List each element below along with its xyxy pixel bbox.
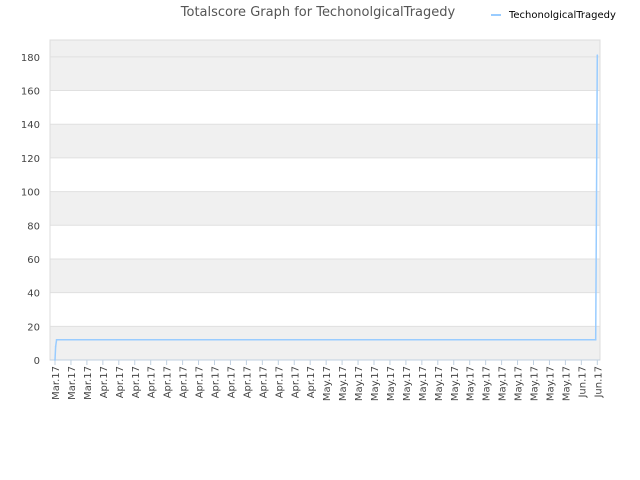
chart-title: Totalscore Graph for TechonolgicalTraged… <box>180 5 456 20</box>
x-tick-label: Apr.17 <box>274 366 285 398</box>
y-tick-label: 120 <box>21 154 40 165</box>
x-tick-label: May.17 <box>386 366 397 401</box>
x-tick-label: Apr.17 <box>211 366 222 398</box>
plot-band <box>50 258 600 293</box>
y-axis: 0 20 40 60 80 100 120 140 160 180 <box>21 53 40 367</box>
data-point <box>596 54 599 56</box>
legend-label: TechonolgicalTragedy <box>508 10 616 21</box>
plot-band <box>50 40 600 57</box>
x-tick-label: May.17 <box>514 366 525 401</box>
y-tick-label: 40 <box>27 289 40 300</box>
x-tick-label: Apr.17 <box>306 366 317 398</box>
y-tick-label: 20 <box>27 322 40 333</box>
plot-band <box>50 191 600 226</box>
data-point <box>54 345 57 348</box>
x-tick-label: May.17 <box>545 366 556 401</box>
x-tick-label: Mar.17 <box>51 366 62 400</box>
x-tick-label: Mar.17 <box>83 366 94 400</box>
x-tick-label: May.17 <box>434 366 445 401</box>
y-tick-label: 0 <box>34 356 40 367</box>
x-axis: Mar.17 Mar.17 Mar.17 Apr.17 Apr.17 Apr.17 Apr.… <box>50 359 604 401</box>
y-tick-label: 160 <box>21 87 40 98</box>
x-tick-label: May.17 <box>322 366 333 401</box>
x-tick-label: Apr.17 <box>163 366 174 398</box>
x-tick-label: Apr.17 <box>115 366 126 398</box>
x-tick-label: Apr.17 <box>258 366 269 398</box>
y-tick-label: 180 <box>21 53 40 64</box>
x-tick-label: May.17 <box>338 366 349 401</box>
x-tick-label: May.17 <box>466 366 477 401</box>
x-tick-label: Apr.17 <box>290 366 301 398</box>
plot-area <box>49 39 601 361</box>
plot-band <box>50 326 600 360</box>
x-tick-label: May.17 <box>402 366 413 401</box>
y-tick-label: 80 <box>27 221 40 232</box>
x-tick-label: Apr.17 <box>195 366 206 398</box>
y-tick-label: 60 <box>27 255 40 266</box>
x-tick-label: May.17 <box>370 366 381 401</box>
data-point <box>55 338 58 341</box>
plot-band <box>50 56 600 91</box>
chart: Totalscore Graph for TechonolgicalTraged… <box>21 5 616 401</box>
x-tick-label: Apr.17 <box>99 366 110 398</box>
x-tick-label: May.17 <box>418 366 429 401</box>
x-tick-label: May.17 <box>561 366 572 401</box>
x-tick-label: May.17 <box>354 366 365 401</box>
plot-band <box>50 124 600 158</box>
x-tick-label: Mar.17 <box>67 366 78 400</box>
legend: TechonolgicalTragedy <box>491 10 616 21</box>
x-tick-label: Apr.17 <box>131 366 142 398</box>
x-tick-label: Jun.17 <box>577 366 588 399</box>
y-tick-label: 140 <box>21 120 40 131</box>
x-tick-label: Apr.17 <box>226 366 237 398</box>
data-point <box>54 359 56 361</box>
y-tick-label: 100 <box>21 188 40 199</box>
x-tick-label: May.17 <box>498 366 509 401</box>
x-tick-label: May.17 <box>482 366 493 401</box>
data-point <box>594 338 597 341</box>
x-tick-label: Jun.17 <box>593 366 604 399</box>
x-tick-label: Apr.17 <box>147 366 158 398</box>
x-tick-label: Apr.17 <box>242 366 253 398</box>
x-tick-label: Apr.17 <box>179 366 190 398</box>
x-tick-label: May.17 <box>530 366 541 401</box>
x-tick-label: May.17 <box>450 366 461 401</box>
